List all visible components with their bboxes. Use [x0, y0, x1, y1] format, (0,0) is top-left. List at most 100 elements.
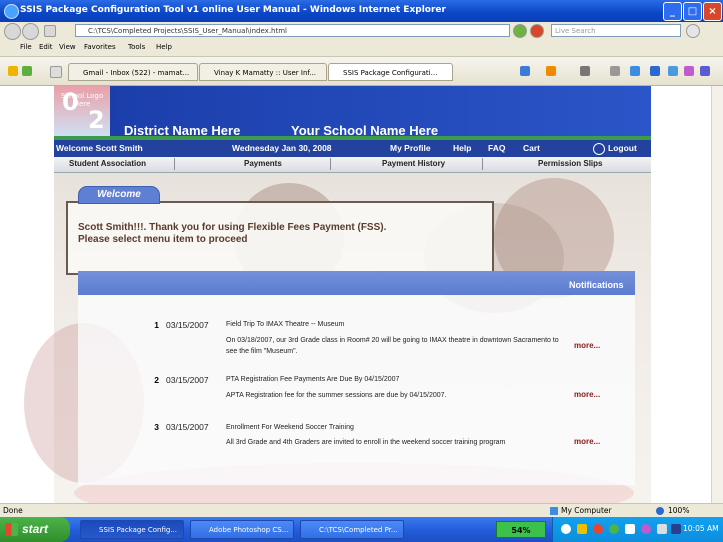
notification-description: APTA Registration fee for the summer ses… — [226, 392, 447, 399]
add-favorites-icon[interactable] — [22, 66, 32, 76]
notification-number: 1 — [154, 320, 159, 330]
search-input[interactable]: Live Search — [551, 24, 681, 37]
search-icon[interactable] — [686, 24, 700, 38]
faq-link[interactable]: FAQ — [488, 143, 505, 153]
back-icon[interactable] — [4, 23, 21, 40]
notifications-header — [78, 271, 635, 295]
notification-title[interactable]: Enrollment For Weekend Soccer Training — [226, 424, 354, 431]
logout-icon[interactable] — [593, 143, 605, 155]
menu-file[interactable]: File — [20, 43, 32, 51]
feeds-icon[interactable] — [546, 66, 556, 76]
menu-favorites[interactable]: Favorites — [84, 43, 116, 51]
menu-edit[interactable]: Edit — [39, 43, 53, 51]
notification-number: 2 — [154, 375, 159, 385]
nav-payment-history[interactable]: Payment History — [382, 159, 445, 168]
favorites-star-icon[interactable] — [8, 66, 18, 76]
status-text: Done — [3, 506, 23, 515]
maximize-button[interactable]: □ — [683, 2, 702, 21]
site-nav: Student Association Payments Payment His… — [54, 157, 651, 173]
tab-list-icon[interactable] — [50, 66, 62, 78]
school-logo: School Logo Here 0 2 — [54, 86, 110, 136]
notification-date: 03/15/2007 — [166, 375, 209, 385]
battery-indicator: 54% — [496, 521, 546, 538]
page-menu-icon[interactable] — [610, 66, 620, 76]
cart-link[interactable]: Cart — [523, 143, 540, 153]
tray-icon[interactable] — [577, 524, 587, 534]
volume-icon[interactable] — [671, 524, 681, 534]
user-info-bar: Welcome Scott Smith Wednesday Jan 30, 20… — [54, 140, 651, 157]
messenger-icon[interactable] — [684, 66, 694, 76]
welcome-line-2: Please select menu item to proceed — [78, 234, 248, 245]
logout-link[interactable]: Logout — [608, 143, 637, 153]
more-link[interactable]: more... — [574, 341, 600, 350]
help-link[interactable]: Help — [453, 143, 471, 153]
menu-help[interactable]: Help — [156, 43, 172, 51]
tab-ssis[interactable]: SSIS Package Configurati... — [328, 63, 453, 81]
help-icon[interactable] — [650, 66, 660, 76]
tray-icon[interactable] — [593, 524, 603, 534]
stop-icon[interactable] — [530, 24, 544, 38]
zoom-level[interactable]: 100% — [668, 506, 689, 515]
tray-icon[interactable] — [657, 524, 667, 534]
refresh-icon[interactable] — [513, 24, 527, 38]
nav-divider — [482, 158, 483, 170]
windows-logo-icon — [5, 523, 18, 536]
start-button[interactable]: start — [0, 517, 70, 542]
taskbar-item-folder[interactable]: C:\TCS\Completed Pr... — [300, 520, 404, 539]
close-button[interactable]: × — [703, 2, 722, 21]
ie-icon — [4, 4, 19, 19]
status-bar: Done My Computer 100% — [0, 503, 723, 518]
notification-title[interactable]: PTA Registration Fee Payments Are Due By… — [226, 376, 399, 383]
nav-permission-slips[interactable]: Permission Slips — [538, 159, 602, 168]
home-icon[interactable] — [520, 66, 530, 76]
welcome-line-1: Scott Smith!!!. Thank you for using Flex… — [78, 222, 387, 233]
welcome-user: Welcome Scott Smith — [56, 143, 143, 153]
notification-description: On 03/18/2007, our 3rd Grade class in Ro… — [226, 337, 559, 355]
notification-date: 03/15/2007 — [166, 422, 209, 432]
forward-icon[interactable] — [22, 23, 39, 40]
welcome-message: Scott Smith!!!. Thank you for using Flex… — [78, 222, 386, 246]
tab-bar: Gmail - Inbox (522) - mamat... Vinay K M… — [0, 57, 723, 86]
print-icon[interactable] — [580, 66, 590, 76]
current-date: Wednesday Jan 30, 2008 — [232, 143, 332, 153]
more-link[interactable]: more... — [574, 390, 600, 399]
vertical-scrollbar[interactable] — [711, 86, 723, 503]
my-profile-link[interactable]: My Profile — [390, 143, 431, 153]
logo-digit-0: 0 — [62, 88, 79, 116]
tools-icon[interactable] — [630, 66, 640, 76]
notification-title[interactable]: Field Trip To IMAX Theatre -- Museum — [226, 321, 344, 328]
tray-icon[interactable] — [641, 524, 651, 534]
notifications-title: Notifications — [569, 280, 624, 290]
clock: 10:05 AM — [683, 524, 719, 533]
logo-digit-2: 2 — [88, 106, 105, 134]
tray-icon[interactable] — [609, 524, 619, 534]
page-viewport: School Logo Here 0 2 District Name Here … — [0, 86, 711, 503]
taskbar-item-ssis[interactable]: SSIS Package Config... — [80, 520, 184, 539]
tray-icon[interactable] — [625, 524, 635, 534]
more-link[interactable]: more... — [574, 437, 600, 446]
nav-divider — [174, 158, 175, 170]
address-input[interactable]: C:\TCS\Completed Projects\SSIS_User_Manu… — [75, 24, 510, 37]
taskbar-item-photoshop[interactable]: Adobe Photoshop CS... — [190, 520, 294, 539]
menu-view[interactable]: View — [59, 43, 76, 51]
minimize-button[interactable]: _ — [663, 2, 682, 21]
notification-date: 03/15/2007 — [166, 320, 209, 330]
window-title: SSIS Package Configuration Tool v1 onlin… — [20, 5, 446, 15]
page-icon — [44, 25, 56, 37]
blog-icon[interactable] — [700, 66, 710, 76]
nav-payments[interactable]: Payments — [244, 159, 282, 168]
start-label: start — [22, 522, 49, 536]
nav-student-association[interactable]: Student Association — [69, 159, 146, 168]
tray-icon[interactable] — [561, 524, 571, 534]
tab-user-info[interactable]: Vinay K Mamatty :: User Inf... — [199, 63, 327, 81]
site-header: School Logo Here 0 2 District Name Here … — [54, 86, 651, 138]
zoom-icon[interactable] — [656, 507, 664, 515]
computer-icon — [550, 507, 558, 515]
tab-gmail[interactable]: Gmail - Inbox (522) - mamat... — [68, 63, 198, 81]
welcome-tab: Welcome — [78, 186, 160, 204]
security-zone: My Computer — [561, 506, 612, 515]
nav-divider — [330, 158, 331, 170]
menu-bar: File Edit View Favorites Tools Help — [0, 40, 723, 57]
research-icon[interactable] — [668, 66, 678, 76]
menu-tools[interactable]: Tools — [128, 43, 145, 51]
